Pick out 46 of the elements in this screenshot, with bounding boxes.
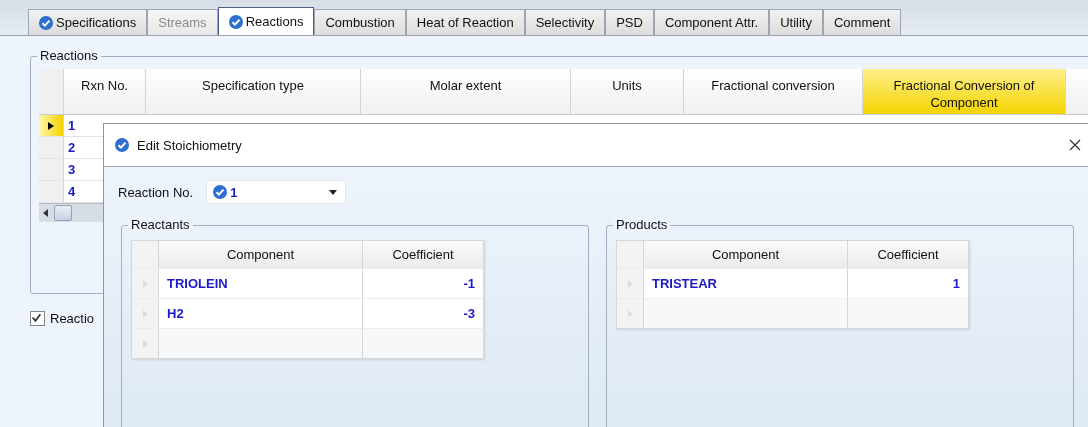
column-header[interactable]: Molar extent	[361, 69, 571, 114]
column-header: Component	[159, 241, 363, 268]
table-cell-text: 4	[67, 183, 77, 201]
check-icon	[213, 185, 228, 199]
table-cell[interactable]: TRISTEAR	[644, 269, 848, 298]
dialog-title: Edit Stoichiometry	[137, 137, 243, 153]
tab[interactable]: PSD	[605, 9, 654, 35]
close-icon[interactable]	[1069, 139, 1081, 151]
checkbox-label: Reactio	[50, 311, 95, 326]
table-cell[interactable]: 1	[848, 269, 968, 298]
scroll-thumb[interactable]	[54, 205, 72, 221]
table-cell[interactable]: -3	[363, 299, 483, 328]
column-header[interactable]: Rxn No.	[64, 69, 146, 114]
column-header[interactable]: Fractional Conversion of Component	[863, 69, 1066, 114]
table-cell-text: 1	[67, 117, 77, 135]
tab[interactable]: Utility	[769, 9, 823, 35]
dropdown-caret-icon[interactable]	[329, 189, 338, 195]
row-header[interactable]	[39, 115, 64, 136]
app-icon	[115, 138, 129, 152]
group-label: Reactants	[128, 217, 193, 232]
checkbox[interactable]	[30, 311, 45, 326]
tab[interactable]: Reactions	[217, 7, 315, 35]
tab[interactable]: Comment	[822, 9, 902, 35]
column-header: Coefficient	[391, 246, 455, 264]
field-label: Reaction No.	[118, 184, 194, 200]
tab[interactable]: Specifications	[28, 9, 148, 35]
scroll-left-icon[interactable]	[43, 209, 48, 217]
tab[interactable]: Selectivity	[524, 9, 606, 35]
group-label: Products	[613, 217, 671, 232]
column-header[interactable]: Units	[571, 69, 684, 114]
check-icon	[228, 14, 243, 29]
column-header: Coefficient	[876, 246, 940, 264]
table-cell[interactable]: TRIOLEIN	[159, 269, 363, 298]
table-cell-text: 3	[67, 161, 77, 179]
check-icon	[39, 15, 53, 30]
column-header[interactable]: Specification type	[146, 69, 361, 114]
group-label: Reactions	[37, 48, 101, 63]
column-header: Component	[644, 241, 848, 268]
tab[interactable]: Heat of Reaction	[405, 9, 525, 35]
tab[interactable]: Combustion	[314, 9, 406, 35]
table-cell[interactable]: -1	[363, 269, 483, 298]
current-row-icon	[48, 121, 54, 130]
table-cell[interactable]: H2	[159, 299, 363, 328]
table-cell-text: 2	[67, 139, 77, 157]
reaction-dropdown[interactable]: 1	[206, 180, 347, 204]
tab[interactable]: Component Attr.	[653, 9, 770, 35]
